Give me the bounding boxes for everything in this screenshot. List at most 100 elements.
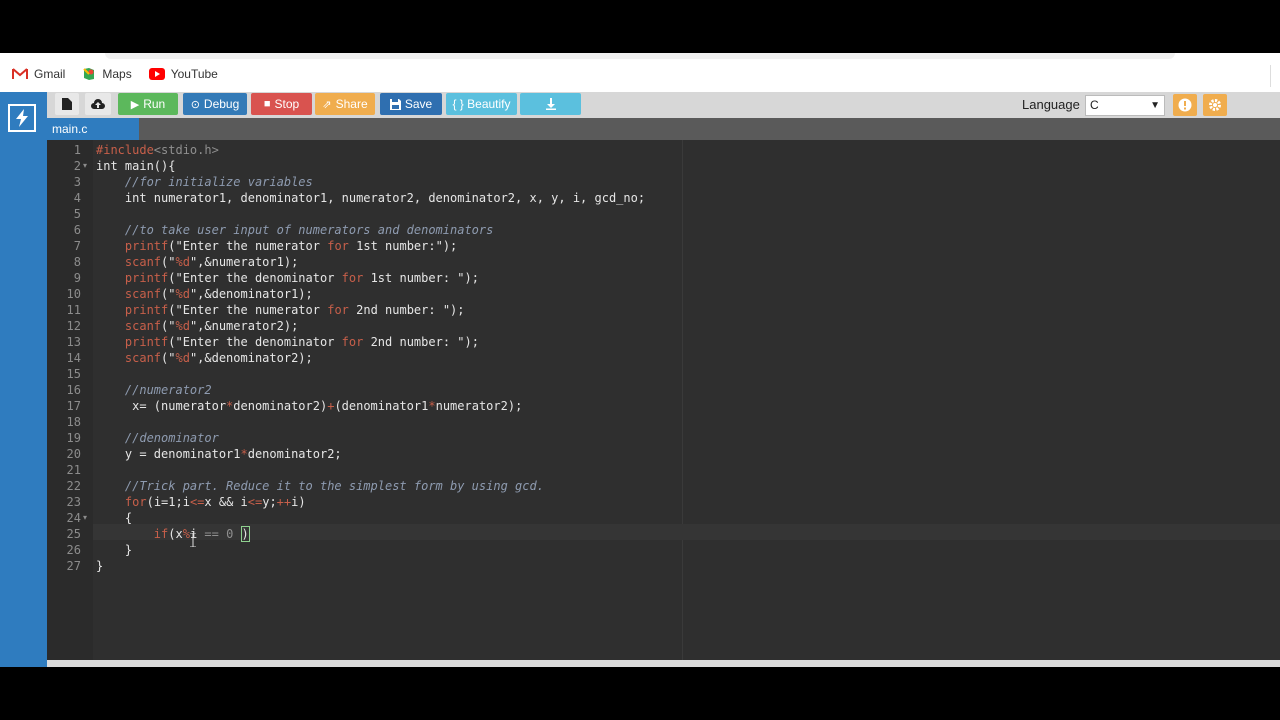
- maps-icon: [83, 68, 95, 80]
- code-line[interactable]: //denominator: [96, 430, 219, 446]
- code-line[interactable]: #include<stdio.h>: [96, 142, 219, 158]
- browser-window: Gmail Maps YouTube ▶ Run ⊙ Debug ■ Stop …: [0, 53, 1280, 667]
- stop-label: Stop: [274, 97, 300, 111]
- code-line[interactable]: //numerator2: [96, 382, 212, 398]
- download-button[interactable]: [520, 93, 581, 115]
- bookmarks-bar: Gmail Maps YouTube: [0, 61, 235, 87]
- line-number: 10: [66, 287, 81, 301]
- code-line[interactable]: scanf("%d",&numerator2);: [96, 318, 298, 334]
- print-margin: [682, 140, 683, 660]
- code-line[interactable]: printf("Enter the numerator for 2nd numb…: [96, 302, 465, 318]
- bookmark-gmail[interactable]: Gmail: [12, 67, 65, 81]
- line-number: 2: [73, 159, 81, 173]
- code-line[interactable]: int numerator1, denominator1, numerator2…: [96, 190, 645, 206]
- debug-label: Debug: [203, 97, 240, 111]
- share-label: Share: [335, 97, 368, 111]
- info-button[interactable]: [1173, 94, 1197, 116]
- file-tabs: main.c: [47, 118, 1280, 140]
- code-line[interactable]: int main(){: [96, 158, 175, 174]
- tab-label: main.c: [52, 122, 88, 136]
- upload-button[interactable]: [85, 93, 111, 115]
- debug-circle-icon: ⊙: [190, 98, 200, 111]
- new-file-button[interactable]: [55, 93, 79, 115]
- fold-arrow-icon[interactable]: ▾: [83, 510, 87, 526]
- file-icon: [62, 98, 72, 110]
- code-line[interactable]: scanf("%d",&numerator1);: [96, 254, 298, 270]
- fold-arrow-icon[interactable]: ▾: [83, 158, 87, 174]
- code-line[interactable]: scanf("%d",&denominator2);: [96, 350, 313, 366]
- code-line[interactable]: //to take user input of numerators and d…: [96, 222, 493, 238]
- line-number: 24: [66, 511, 81, 525]
- line-number: 19: [66, 431, 81, 445]
- line-number: 6: [73, 223, 81, 237]
- line-number: 5: [73, 207, 81, 221]
- line-number: 3: [73, 175, 81, 189]
- bookmark-label: Gmail: [34, 67, 66, 81]
- line-number: 13: [66, 335, 81, 349]
- code-line[interactable]: //for initialize variables: [96, 174, 313, 190]
- gear-icon: [1209, 99, 1221, 111]
- language-select[interactable]: C ▼: [1085, 95, 1165, 116]
- share-button[interactable]: ⇗ Share: [315, 93, 375, 115]
- code-line[interactable]: }: [96, 542, 132, 558]
- code-line[interactable]: }: [96, 558, 103, 574]
- bookmark-label: Maps: [102, 67, 132, 81]
- code-line[interactable]: //Trick part. Reduce it to the simplest …: [96, 478, 544, 494]
- line-number: 14: [66, 351, 81, 365]
- save-button[interactable]: Save: [380, 93, 442, 115]
- floppy-disk-icon: [389, 98, 401, 110]
- line-number: 9: [73, 271, 81, 285]
- line-number: 11: [66, 303, 81, 317]
- code-line[interactable]: printf("Enter the numerator for 1st numb…: [96, 238, 457, 254]
- code-line[interactable]: printf("Enter the denominator for 1st nu…: [96, 270, 479, 286]
- language-value: C: [1090, 98, 1099, 112]
- line-number: 27: [66, 559, 81, 573]
- tab-main-c[interactable]: main.c: [47, 118, 139, 140]
- run-label: Run: [143, 97, 166, 111]
- divider: [1270, 65, 1271, 87]
- line-number: 12: [66, 319, 81, 333]
- line-number: 7: [73, 239, 81, 253]
- code-line[interactable]: scanf("%d",&denominator1);: [96, 286, 313, 302]
- line-number: 21: [66, 463, 81, 477]
- info-icon: [1178, 98, 1192, 112]
- save-label: Save: [404, 97, 433, 111]
- toolbar: ▶ Run ⊙ Debug ■ Stop ⇗ Share Save { } Be…: [47, 92, 1280, 118]
- line-number: 4: [73, 191, 81, 205]
- code-line[interactable]: if(x%i == 0 ): [96, 526, 250, 542]
- stop-button[interactable]: ■ Stop: [251, 93, 312, 115]
- address-bar-edge: [105, 53, 1175, 59]
- download-icon: [545, 98, 556, 110]
- active-line-highlight: [93, 524, 1280, 540]
- code-line[interactable]: printf("Enter the denominator for 2nd nu…: [96, 334, 479, 350]
- upload-icon: [91, 99, 105, 109]
- play-icon: ▶: [130, 98, 140, 111]
- language-label: Language: [1022, 97, 1080, 112]
- line-number: 22: [66, 479, 81, 493]
- line-number: 17: [66, 399, 81, 413]
- beautify-label: { } Beautify: [452, 97, 511, 111]
- code-line[interactable]: {: [96, 510, 132, 526]
- line-number: 23: [66, 495, 81, 509]
- line-number: 25: [66, 527, 81, 541]
- code-editor[interactable]: 1 #include<stdio.h> 2 ▾ int main(){3 //for i…: [47, 140, 1280, 660]
- bookmark-maps[interactable]: Maps: [82, 67, 132, 81]
- beautify-button[interactable]: { } Beautify: [446, 93, 517, 115]
- run-button[interactable]: ▶ Run: [118, 93, 178, 115]
- bookmark-youtube[interactable]: YouTube: [148, 67, 218, 81]
- horizontal-scrollbar[interactable]: [47, 660, 1280, 667]
- line-number: 16: [66, 383, 81, 397]
- lightning-logo-icon[interactable]: [8, 104, 36, 132]
- settings-button[interactable]: [1203, 94, 1227, 116]
- stop-icon: ■: [263, 98, 271, 110]
- code-line[interactable]: for(i=1;i<=x && i<=y;++i): [96, 494, 306, 510]
- chevron-down-icon: ▼: [1150, 100, 1160, 111]
- code-line[interactable]: x= (numerator*denominator2)+(denominator…: [96, 398, 522, 414]
- code-line[interactable]: y = denominator1*denominator2;: [96, 446, 342, 462]
- youtube-icon: [148, 68, 165, 80]
- line-number: 20: [66, 447, 81, 461]
- sidebar: [0, 92, 47, 667]
- debug-button[interactable]: ⊙ Debug: [183, 93, 247, 115]
- line-number: 1: [73, 143, 81, 157]
- text-cursor-icon: [190, 533, 196, 547]
